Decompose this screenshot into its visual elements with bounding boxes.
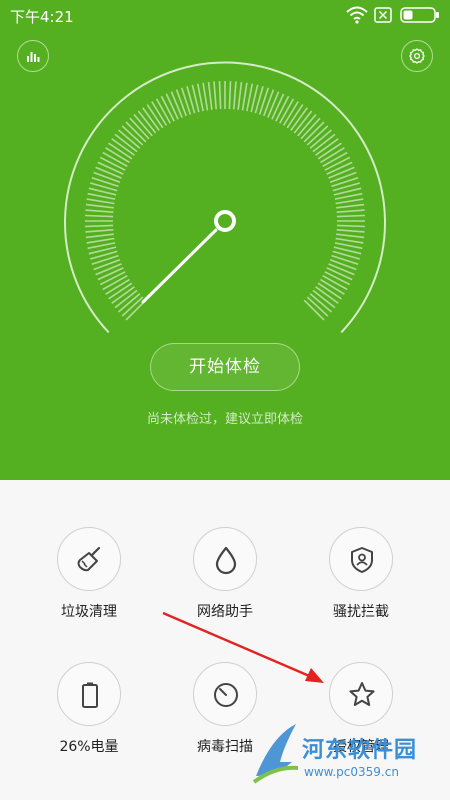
annotation-arrow [162,611,324,683]
watermark-logo-icon [252,724,299,784]
watermark: 河东软件园 www.pc0359.cn [250,710,446,790]
watermark-url: www.pc0359.cn [304,765,399,779]
watermark-title: 河东软件园 [302,738,418,763]
